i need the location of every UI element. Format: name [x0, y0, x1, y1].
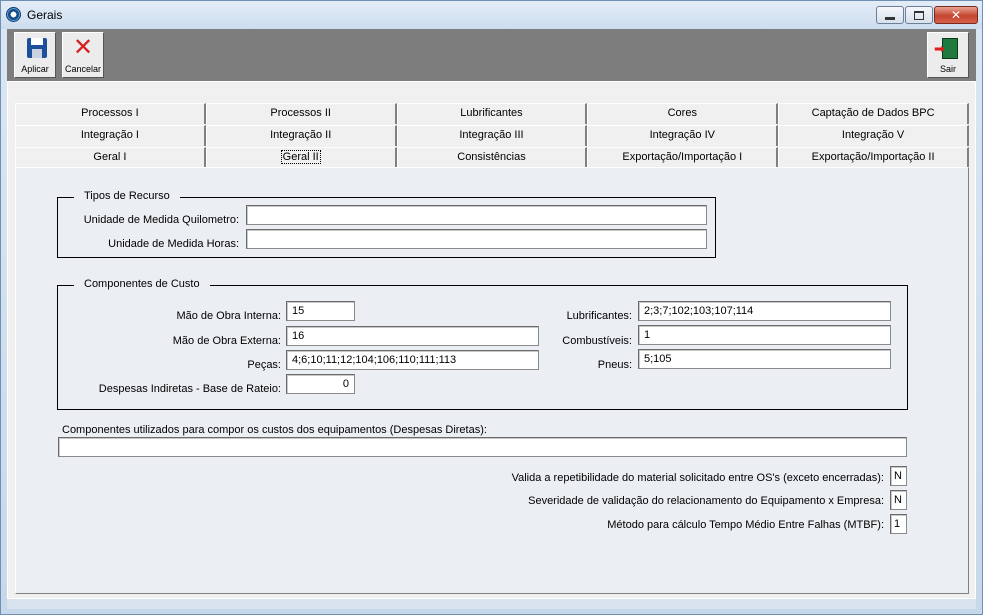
tab-integracao-i[interactable]: Integração I: [15, 125, 206, 146]
pneus-label: Pneus:: [597, 359, 632, 371]
tab-processos-ii[interactable]: Processos II: [205, 103, 397, 124]
km-label: Unidade de Medida Quilometro:: [83, 214, 239, 226]
despesas-indiretas-field[interactable]: 0: [286, 374, 355, 394]
combustiveis-field[interactable]: 1: [638, 325, 891, 345]
horas-unit-field[interactable]: [246, 229, 707, 249]
combustiveis-label: Combustíveis:: [562, 335, 632, 347]
tab-integracao-iv[interactable]: Integração IV: [587, 125, 779, 146]
despesas-diretas-label: Componentes utilizados para compor os cu…: [62, 424, 487, 436]
horas-label: Unidade de Medida Horas:: [108, 238, 239, 250]
tab-captacao-bpc[interactable]: Captação de Dados BPC: [778, 103, 969, 124]
tab-exportacao-importacao-ii[interactable]: Exportação/Importação II: [778, 147, 969, 168]
apply-label: Aplicar: [21, 64, 49, 74]
despesas-indiretas-label: Despesas Indiretas - Base de Rateio:: [98, 383, 281, 395]
tab-exportacao-importacao-i[interactable]: Exportação/Importação I: [587, 147, 779, 168]
tab-geral-ii[interactable]: Geral II: [205, 147, 397, 168]
mao-obra-interna-label: Mão de Obra Interna:: [176, 310, 281, 322]
minimize-icon: [885, 16, 895, 20]
mtbf-field[interactable]: 1: [890, 514, 907, 534]
mao-obra-interna-field[interactable]: 15: [286, 301, 355, 321]
close-button[interactable]: ✕: [934, 6, 978, 24]
tab-integracao-v[interactable]: Integração V: [778, 125, 969, 146]
mao-obra-externa-label: Mão de Obra Externa:: [172, 335, 281, 347]
title-bar[interactable]: Gerais ✕: [1, 1, 982, 29]
app-icon: [6, 7, 21, 22]
tab-integracao-ii[interactable]: Integração II: [205, 125, 397, 146]
exit-button[interactable]: Sair: [927, 32, 969, 78]
cancel-label: Cancelar: [64, 64, 102, 74]
tab-row-3: Geral I Geral II Consistências Exportaçã…: [15, 147, 969, 168]
exit-icon: [934, 38, 958, 59]
maximize-icon: [914, 10, 924, 20]
pecas-field[interactable]: 4;6;10;11;12;104;106;110;111;113: [286, 350, 539, 370]
minimize-button[interactable]: [876, 6, 904, 24]
tab-row-2: Integração I Integração II Integração II…: [15, 125, 969, 146]
tab-geral-i[interactable]: Geral I: [15, 147, 206, 168]
lubrificantes-label: Lubrificantes:: [566, 310, 632, 322]
tab-cores[interactable]: Cores: [587, 103, 779, 124]
lubrificantes-field[interactable]: 2;3;7;102;103;107;114: [638, 301, 891, 321]
tab-consistencias[interactable]: Consistências: [396, 147, 588, 168]
pecas-label: Peças:: [247, 359, 281, 371]
mao-obra-externa-field[interactable]: 16: [286, 326, 539, 346]
despesas-diretas-field[interactable]: [58, 437, 907, 457]
repetibilidade-label: Valida a repetibilidade do material soli…: [511, 472, 884, 484]
tab-row-1: Processos I Processos II Lubrificantes C…: [15, 103, 969, 124]
repetibilidade-field[interactable]: N: [890, 466, 907, 486]
pneus-field[interactable]: 5;105: [638, 349, 891, 369]
tab-integracao-iii[interactable]: Integração III: [396, 125, 588, 146]
tab-geral-ii-label: Geral II: [280, 150, 321, 164]
close-icon: ✕: [950, 8, 962, 22]
severidade-label: Severidade de validação do relacionament…: [528, 495, 884, 507]
bottom-edge: [7, 599, 976, 609]
window-title: Gerais: [27, 8, 63, 22]
componentes-custo-title: Componentes de Custo: [74, 278, 210, 290]
maximize-button[interactable]: [905, 6, 933, 24]
window: Gerais ✕ Aplicar ✕ Cancelar Sair Process…: [0, 0, 983, 615]
km-unit-field[interactable]: [246, 205, 707, 225]
cancel-icon: ✕: [73, 34, 94, 61]
save-icon: [27, 38, 47, 58]
severidade-field[interactable]: N: [890, 490, 907, 510]
apply-button[interactable]: Aplicar: [14, 32, 56, 78]
tab-processos-i[interactable]: Processos I: [15, 103, 206, 124]
mtbf-label: Método para cálculo Tempo Médio Entre Fa…: [607, 519, 884, 531]
tab-lubrificantes[interactable]: Lubrificantes: [396, 103, 588, 124]
toolbar: Aplicar ✕ Cancelar Sair: [7, 29, 976, 81]
tipos-recurso-title: Tipos de Recurso: [74, 190, 180, 202]
exit-label: Sair: [939, 64, 956, 74]
cancel-button[interactable]: ✕ Cancelar: [62, 32, 104, 78]
